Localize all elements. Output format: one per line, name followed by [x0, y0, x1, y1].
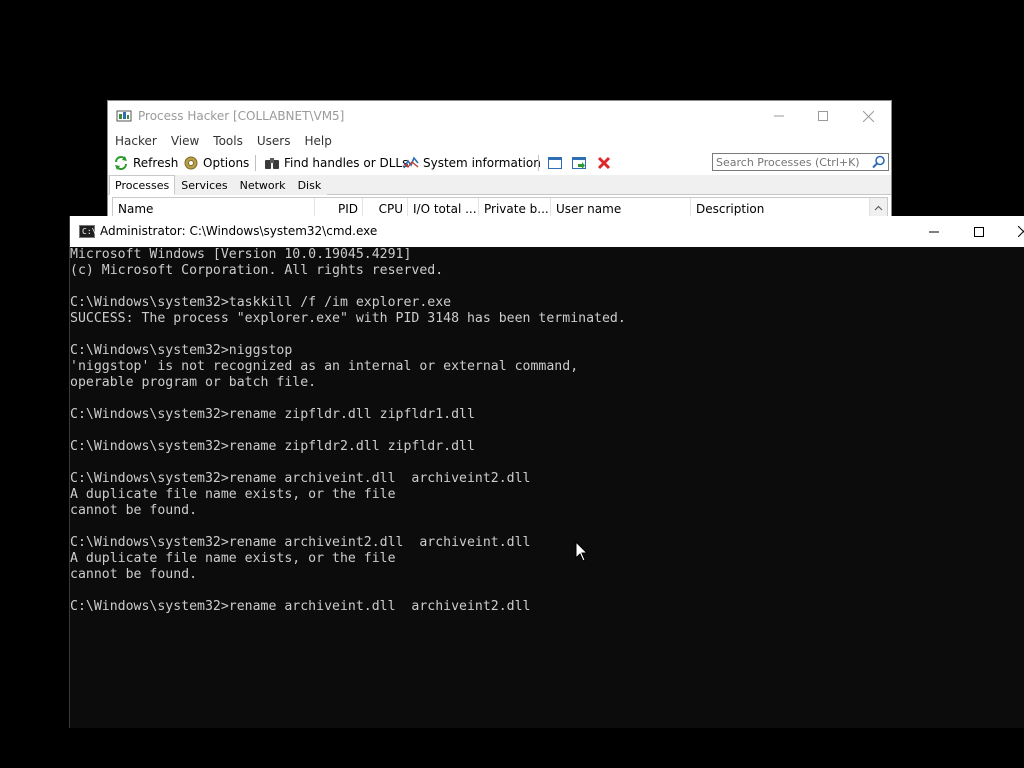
tab-disk[interactable]: Disk — [291, 175, 328, 195]
menu-help[interactable]: Help — [297, 132, 338, 150]
console-line: C:\Windows\system32>rename archiveint.dl… — [70, 471, 531, 486]
toolbar-separator — [538, 155, 539, 171]
ph-maximize-button[interactable] — [800, 101, 846, 131]
chevron-up-icon — [874, 205, 883, 211]
menu-hacker[interactable]: Hacker — [108, 132, 164, 150]
cmd-app-icon: C:\ — [79, 225, 96, 238]
console-line: A duplicate file name exists, or the fil… — [70, 551, 396, 566]
refresh-button[interactable]: Refresh — [113, 152, 178, 174]
window-button[interactable] — [547, 152, 567, 174]
options-label: Options — [203, 156, 250, 170]
system-graph-icon — [403, 156, 419, 169]
find-handles-button[interactable]: Find handles or DLLs — [264, 152, 408, 174]
cmd-minimize-button[interactable] — [911, 216, 957, 247]
console-line: Microsoft Windows [Version 10.0.19045.42… — [70, 247, 412, 262]
console-line: C:\Windows\system32>rename archiveint2.d… — [70, 535, 531, 550]
window-icon — [548, 157, 562, 169]
close-icon — [862, 110, 874, 122]
minimize-icon — [774, 115, 784, 117]
console-line: (c) Microsoft Corporation. All rights re… — [70, 263, 444, 278]
minimize-icon — [929, 231, 939, 232]
system-information-button[interactable]: System information — [403, 152, 541, 174]
scroll-up-button[interactable] — [869, 198, 887, 217]
cmd-title-bar[interactable]: C:\ Administrator: C:\Windows\system32\c… — [70, 216, 1024, 247]
ph-minimize-button[interactable] — [756, 101, 802, 131]
column-header-cpu[interactable]: CPU — [363, 198, 408, 217]
terminate-button[interactable] — [596, 152, 616, 174]
console-line: C:\Windows\system32>rename zipfldr.dll z… — [70, 407, 475, 422]
menu-tools[interactable]: Tools — [206, 132, 250, 150]
console-line: SUCCESS: The process "explorer.exe" with… — [70, 311, 626, 326]
ph-window-title: Process Hacker [COLLABNET\VM5] — [138, 109, 345, 123]
column-header-pid[interactable]: PID — [315, 198, 363, 217]
search-processes-input[interactable] — [712, 153, 889, 171]
cmd-window-title: Administrator: C:\Windows\system32\cmd.e… — [100, 224, 378, 238]
console-line: cannot be found. — [70, 567, 198, 582]
toolbar-separator — [255, 155, 256, 171]
column-header-private-bytes[interactable]: Private b... — [479, 198, 551, 217]
console-line: C:\Windows\system32>rename zipfldr2.dll … — [70, 439, 475, 454]
column-header-description[interactable]: Description — [691, 198, 871, 217]
column-header-io-total[interactable]: I/O total ... — [408, 198, 479, 217]
console-line: C:\Windows\system32>rename archiveint.dl… — [70, 599, 531, 614]
menu-users[interactable]: Users — [250, 132, 298, 150]
tab-network[interactable]: Network — [233, 175, 292, 195]
console-output[interactable]: Microsoft Windows [Version 10.0.19045.42… — [70, 247, 1024, 615]
cmd-maximize-button[interactable] — [956, 216, 1002, 247]
console-line: A duplicate file name exists, or the fil… — [70, 487, 396, 502]
cmd-close-button[interactable] — [1001, 216, 1024, 247]
search-icon[interactable] — [872, 155, 886, 169]
process-list-header: Name PID CPU I/O total ... Private b... … — [112, 197, 888, 217]
console-line: cannot be found. — [70, 503, 198, 518]
console-line: C:\Windows\system32>taskkill /f /im expl… — [70, 295, 452, 310]
window-arrow-button[interactable] — [571, 152, 591, 174]
maximize-icon — [818, 111, 828, 121]
console-line: 'niggstop' is not recognized as an inter… — [70, 359, 579, 374]
ph-tabs: Processes Services Network Disk — [109, 175, 328, 195]
tab-processes[interactable]: Processes — [109, 175, 176, 195]
column-header-name[interactable]: Name — [113, 198, 315, 217]
menu-view[interactable]: View — [164, 132, 206, 150]
options-button[interactable]: Options — [183, 152, 249, 174]
process-hacker-window[interactable]: Process Hacker [COLLABNET\VM5] Hacker Vi… — [107, 100, 892, 217]
ph-title-bar[interactable]: Process Hacker [COLLABNET\VM5] — [108, 101, 891, 131]
tab-services[interactable]: Services — [175, 175, 234, 195]
window-arrow-icon — [572, 157, 586, 169]
find-handles-label: Find handles or DLLs — [284, 156, 409, 170]
mouse-cursor-icon — [575, 541, 589, 562]
cmd-window[interactable]: C:\ Administrator: C:\Windows\system32\c… — [69, 216, 1024, 728]
refresh-label: Refresh — [133, 156, 179, 170]
gear-icon — [184, 156, 198, 170]
ph-menu-bar: Hacker View Tools Users Help — [108, 132, 339, 150]
console-line: C:\Windows\system32>niggstop — [70, 343, 293, 358]
system-information-label: System information — [423, 156, 541, 170]
column-header-user-name[interactable]: User name — [551, 198, 691, 217]
maximize-icon — [974, 226, 984, 237]
binoculars-icon — [265, 158, 279, 169]
close-icon — [1018, 226, 1024, 237]
refresh-icon — [115, 156, 127, 170]
console-line: operable program or batch file. — [70, 375, 317, 390]
ph-close-button[interactable] — [845, 101, 891, 131]
process-hacker-app-icon — [116, 110, 132, 122]
red-x-icon — [597, 156, 611, 170]
